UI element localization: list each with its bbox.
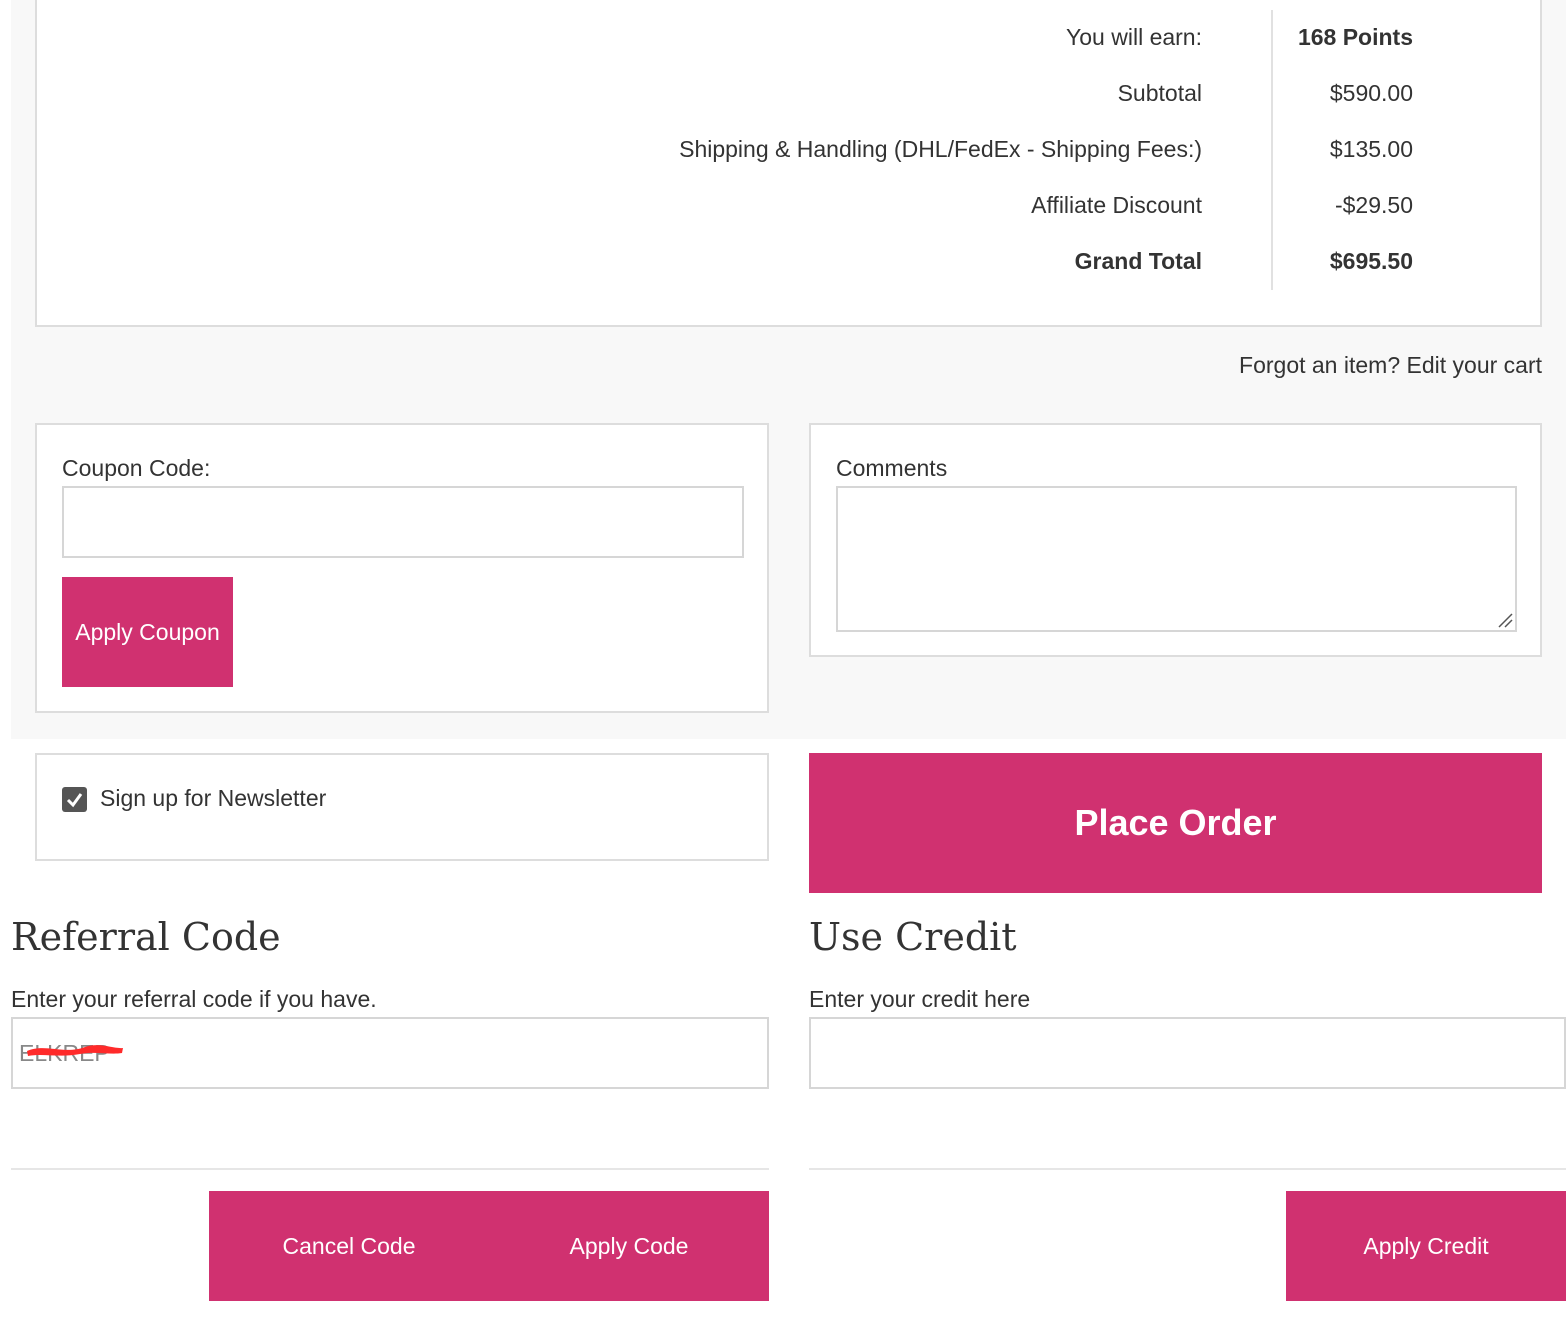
credit-hint: Enter your credit here — [809, 986, 1031, 1012]
totals-value: $590.00 — [1329, 80, 1413, 106]
comments-textarea[interactable] — [836, 486, 1517, 632]
use-credit-heading: Use Credit — [809, 915, 1017, 959]
comments-label: Comments — [836, 455, 948, 481]
totals-value: -$29.50 — [1334, 192, 1413, 218]
edit-cart-link[interactable]: Forgot an item? Edit your cart — [1239, 350, 1542, 380]
newsletter-checkbox[interactable] — [62, 787, 87, 812]
totals-row-discount: Affiliate Discount -$29.50 — [37, 190, 1540, 220]
referral-code-input[interactable]: ELKREP — [11, 1017, 769, 1089]
totals-row-subtotal: Subtotal $590.00 — [37, 78, 1540, 108]
coupon-panel: Coupon Code: Apply Coupon — [35, 423, 769, 713]
order-totals-box: You will earn: 168 Points Subtotal $590.… — [35, 0, 1542, 327]
credit-divider — [809, 1168, 1566, 1170]
cancel-code-button[interactable]: Cancel Code — [209, 1191, 489, 1301]
resize-grip-icon[interactable] — [1497, 612, 1513, 628]
totals-label: Subtotal — [1117, 80, 1202, 106]
totals-value: $695.50 — [1329, 248, 1413, 274]
comments-panel: Comments — [809, 423, 1542, 657]
referral-hint: Enter your referral code if you have. — [11, 986, 377, 1012]
coupon-label: Coupon Code: — [62, 455, 211, 481]
totals-label: Grand Total — [1074, 248, 1202, 274]
referral-heading: Referral Code — [11, 915, 281, 959]
newsletter-panel: Sign up for Newsletter — [35, 753, 769, 861]
totals-value: 168 Points — [1297, 24, 1413, 50]
apply-credit-button[interactable]: Apply Credit — [1286, 1191, 1566, 1301]
place-order-button[interactable]: Place Order — [809, 753, 1542, 893]
totals-row-shipping: Shipping & Handling (DHL/FedEx - Shippin… — [37, 134, 1540, 164]
redaction-mark — [27, 1045, 123, 1056]
totals-row-grand-total: Grand Total $695.50 — [37, 246, 1540, 276]
credit-input[interactable] — [809, 1017, 1566, 1089]
check-icon — [66, 793, 83, 808]
coupon-input[interactable] — [62, 486, 744, 558]
newsletter-label[interactable]: Sign up for Newsletter — [100, 783, 326, 813]
totals-label: You will earn: — [1066, 24, 1202, 50]
referral-divider — [11, 1168, 769, 1170]
totals-label: Shipping & Handling (DHL/FedEx - Shippin… — [679, 136, 1202, 162]
apply-code-button[interactable]: Apply Code — [489, 1191, 769, 1301]
totals-value: $135.00 — [1329, 136, 1413, 162]
totals-row-points: You will earn: 168 Points — [37, 22, 1540, 52]
apply-coupon-button[interactable]: Apply Coupon — [62, 577, 233, 687]
totals-label: Affiliate Discount — [1031, 192, 1202, 218]
